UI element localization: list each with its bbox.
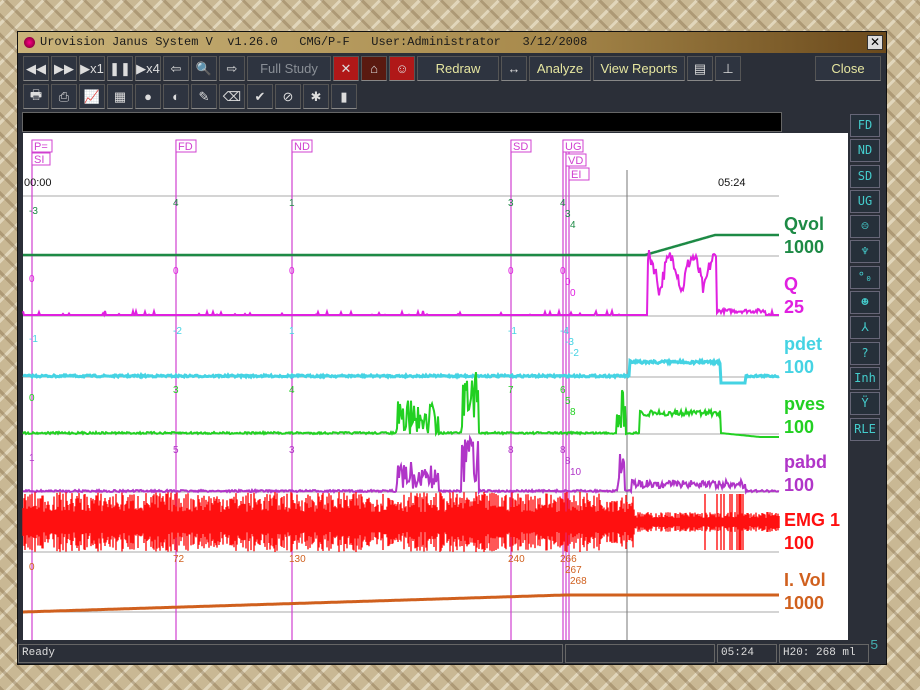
color-icon[interactable]: ● xyxy=(135,84,161,109)
side-button-sd[interactable]: SD xyxy=(850,164,880,188)
event-button-column: FD ND SD UG ☹ ♆ °₀ ☻ ⅄? Inh Ÿ RLE xyxy=(850,114,882,443)
face-button[interactable]: ☺ xyxy=(389,56,415,81)
status-empty xyxy=(565,644,715,663)
mark-button[interactable]: ⌂ xyxy=(361,56,387,81)
resize-button[interactable]: ↔ xyxy=(501,56,527,81)
app-icon xyxy=(24,37,35,48)
side-button-rle[interactable]: RLE xyxy=(850,417,880,441)
side-button-funnel[interactable]: ♆ xyxy=(850,240,880,264)
check-icon[interactable]: ✔ xyxy=(247,84,273,109)
channel-scale: 100 xyxy=(784,357,815,377)
grid-icon[interactable]: ▦ xyxy=(107,84,133,109)
status-text: Ready xyxy=(18,644,563,663)
side-button-drops[interactable]: °₀ xyxy=(850,265,880,289)
toolbar-secondary: 🖶 ⎙ 📈 ▦ ● ◐ ✎ ⌫ ✔ ⊘ ✱ ▮ xyxy=(23,84,881,109)
channel-name: I. Vol xyxy=(784,570,826,590)
eraser-icon[interactable]: ⌫ xyxy=(219,84,245,109)
view-reports-button[interactable]: View Reports xyxy=(593,56,685,81)
channel-name: pdet xyxy=(784,334,822,354)
no-entry-icon[interactable]: ⊘ xyxy=(275,84,301,109)
toolbar-primary: ◀◀ ▶▶ ▶x1 ❚❚ ▶x4 ⇦ 🔍 ⇨ Full Study ✕ ⌂ ☺ Redraw ↔ Analy… xyxy=(23,56,881,81)
palette-icon[interactable]: ✱ xyxy=(303,84,329,109)
channel-scale: 1000 xyxy=(784,237,825,257)
print-setup-icon[interactable]: ⎙ xyxy=(51,84,77,109)
rewind-button[interactable]: ◀◀ xyxy=(23,56,49,81)
side-button-face[interactable]: ☹ xyxy=(850,215,880,239)
zoom-button[interactable]: 🔍 xyxy=(191,56,217,81)
fast-forward-button[interactable]: ▶▶ xyxy=(51,56,77,81)
axis-button[interactable]: ⊥ xyxy=(715,56,741,81)
title-bar: Urovision Janus System V v1.26.0 CMG/P-F… xyxy=(18,32,886,53)
side-button-valve[interactable]: Ÿ xyxy=(850,392,880,416)
printer-icon[interactable]: 🖶 xyxy=(23,84,49,109)
full-study-button[interactable]: Full Study xyxy=(247,56,331,81)
pen-icon[interactable]: ✎ xyxy=(191,84,217,109)
channel-scale: 100 xyxy=(784,417,815,437)
status-time: 05:24 xyxy=(717,644,777,663)
channel-name: pabd xyxy=(784,452,827,472)
back-arrow-button[interactable]: ⇦ xyxy=(163,56,189,81)
side-button-inh[interactable]: Inh xyxy=(850,366,880,390)
window-title: Urovision Janus System V v1.26.0 CMG/P-F… xyxy=(40,35,588,49)
close-window-button[interactable]: ✕ xyxy=(867,35,883,50)
channel-labels: Qvol 1000 Q 25 pdet 100 pves 100 pabd 100 EMG 1 100… xyxy=(780,133,848,640)
side-button-ug[interactable]: UG xyxy=(850,189,880,213)
pause-button[interactable]: ❚❚ xyxy=(107,56,133,81)
channel-scale: 25 xyxy=(784,297,805,317)
play-x1-button[interactable]: ▶x1 xyxy=(79,56,105,81)
channel-scale: 1000 xyxy=(784,593,825,613)
side-button-fd[interactable]: FD xyxy=(850,114,880,137)
status-volume: H20: 268 ml xyxy=(779,644,869,663)
channel-scale: 100 xyxy=(784,533,815,553)
event-marker-button[interactable]: ✕ xyxy=(333,56,359,81)
contrast-icon[interactable]: ◐ xyxy=(163,84,189,109)
close-button[interactable]: Close xyxy=(815,56,881,81)
side-button-mask[interactable]: ☻ xyxy=(850,291,880,315)
channel-name: EMG 1 xyxy=(784,510,841,530)
play-x4-button[interactable]: ▶x4 xyxy=(135,56,161,81)
redraw-button[interactable]: Redraw xyxy=(417,56,499,81)
graph-icon[interactable]: 📈 xyxy=(79,84,105,109)
side-button-help[interactable]: ? xyxy=(850,341,880,365)
bar-chart-icon[interactable]: ▮ xyxy=(331,84,357,109)
status-bar: Ready 05:24 H20: 268 ml 5 xyxy=(18,638,886,663)
plot-area[interactable] xyxy=(23,133,780,640)
channel-name: pves xyxy=(784,394,826,414)
analyze-button[interactable]: Analyze xyxy=(529,56,591,81)
page-number: 5 xyxy=(870,638,879,654)
channel-name: Qvol xyxy=(784,214,825,234)
forward-arrow-button[interactable]: ⇨ xyxy=(219,56,245,81)
channel-scale: 100 xyxy=(784,475,815,495)
channel-name: Q xyxy=(784,274,799,294)
layout-button[interactable]: ▤ xyxy=(687,56,713,81)
side-button-peak[interactable]: ⅄ xyxy=(850,316,880,340)
time-strip xyxy=(22,112,782,132)
side-button-nd[interactable]: ND xyxy=(850,139,880,163)
